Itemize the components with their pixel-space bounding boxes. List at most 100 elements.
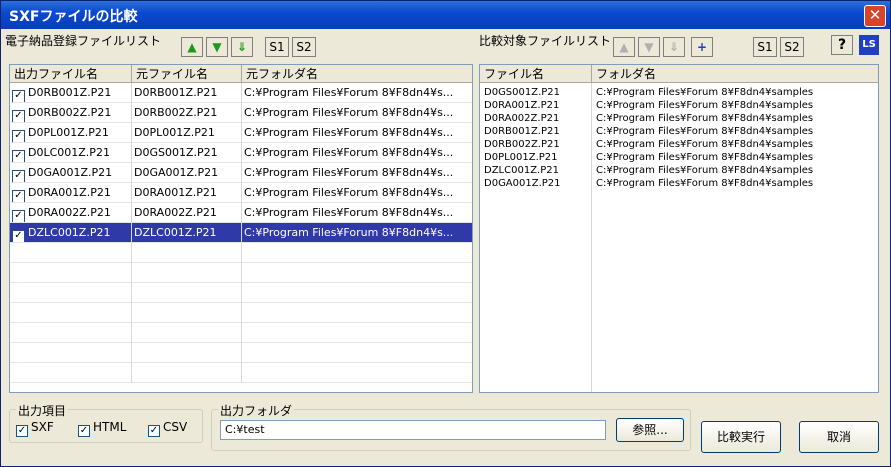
title-bar: SXFファイルの比較 ✕: [1, 1, 890, 29]
browse-button[interactable]: 参照...: [616, 418, 684, 442]
table-row[interactable]: ✓ D0RB001Z.P21 D0RB001Z.P21 C:¥Program File…: [10, 83, 472, 103]
column-header-output-file[interactable]: 出力ファイル名: [10, 65, 132, 83]
empty-row: [10, 263, 472, 283]
row-checkbox[interactable]: ✓: [12, 170, 25, 182]
row-checkbox[interactable]: ✓: [12, 110, 25, 122]
help-icon: ?: [837, 37, 847, 53]
output-items-title: 出力項目: [16, 402, 69, 419]
row-checkbox[interactable]: ✓: [12, 230, 25, 242]
folder-name: C:¥Program Files¥Forum 8¥F8dn4¥samples: [596, 152, 814, 163]
list-item[interactable]: D0GS001Z.P21 C:¥Program Files¥Forum 8¥F8d…: [480, 86, 878, 99]
table-cell: ✓ D0GA001Z.P21: [10, 163, 132, 183]
cancel-button[interactable]: 取消: [799, 421, 879, 453]
folder-name: C:¥Program Files¥Forum 8¥F8dn4¥samples: [596, 113, 814, 124]
table-cell: [10, 323, 132, 343]
right-move-up-button[interactable]: ▲: [613, 37, 635, 57]
table-cell: [10, 303, 132, 323]
folder-name: C:¥Program Files¥Forum 8¥F8dn4¥samples: [596, 87, 814, 98]
table-cell: [132, 323, 242, 343]
cell-text: C:¥Program Files¥Forum 8¥F8dn4¥s...: [244, 166, 454, 179]
empty-row: [10, 283, 472, 303]
table-row[interactable]: ✓ D0GA001Z.P21 D0GA001Z.P21 C:¥Program File…: [10, 163, 472, 183]
cell-text: D0RA001Z.P21: [134, 186, 217, 199]
file-name: DZLC001Z.P21: [484, 165, 559, 176]
table-cell: C:¥Program Files¥Forum 8¥F8dn4¥s...: [242, 163, 472, 183]
column-header-folder[interactable]: フォルダ名: [592, 65, 878, 83]
table-row[interactable]: ✓ D0RA002Z.P21 D0RA002Z.P21 C:¥Program File…: [10, 203, 472, 223]
cell-text: D0GA001Z.P21: [134, 166, 219, 179]
move-up-button[interactable]: ▲: [181, 37, 203, 57]
compare-button[interactable]: 比較実行: [701, 421, 781, 453]
table-cell: ✓ D0PL001Z.P21: [10, 123, 132, 143]
table-cell: ✓ D0RB001Z.P21: [10, 83, 132, 103]
table-cell: D0RB002Z.P21: [132, 103, 242, 123]
table-cell: D0RA002Z.P21: [132, 203, 242, 223]
list-item[interactable]: D0RA001Z.P21 C:¥Program Files¥Forum 8¥F8d…: [480, 99, 878, 112]
html-checkbox[interactable]: ✓ HTML: [78, 420, 126, 437]
row-checkbox[interactable]: ✓: [12, 90, 25, 102]
table-cell: [242, 263, 472, 283]
table-cell: ✓ D0RA001Z.P21: [10, 183, 132, 203]
table-cell: D0PL001Z.P21: [132, 123, 242, 143]
table-row[interactable]: ✓ D0LC001Z.P21 D0GS001Z.P21 C:¥Program File…: [10, 143, 472, 163]
sxf-checkbox[interactable]: ✓ SXF: [16, 420, 54, 437]
table-cell: C:¥Program Files¥Forum 8¥F8dn4¥s...: [242, 183, 472, 203]
table-cell: [10, 263, 132, 283]
table-cell: [10, 363, 132, 383]
column-header-file[interactable]: ファイル名: [480, 65, 592, 83]
cell-text: C:¥Program Files¥Forum 8¥F8dn4¥s...: [244, 86, 454, 99]
list-item[interactable]: D0PL001Z.P21 C:¥Program Files¥Forum 8¥F8d…: [480, 151, 878, 164]
empty-row: [10, 303, 472, 323]
file-name: D0RB002Z.P21: [484, 139, 560, 150]
folder-name: C:¥Program Files¥Forum 8¥F8dn4¥samples: [596, 139, 814, 150]
left-s1-button[interactable]: S1: [265, 37, 289, 57]
list-item[interactable]: D0GA001Z.P21 C:¥Program Files¥Forum 8¥F8d…: [480, 177, 878, 190]
table-row[interactable]: ✓ D0PL001Z.P21 D0PL001Z.P21 C:¥Program File…: [10, 123, 472, 143]
sxf-compare-window: SXFファイルの比較 ✕ 電子納品登録ファイルリスト ▲ ▼ ⇓ S1 S2 比…: [0, 0, 891, 467]
list-item[interactable]: D0RB001Z.P21 C:¥Program Files¥Forum 8¥F8d…: [480, 125, 878, 138]
row-checkbox[interactable]: ✓: [12, 210, 25, 222]
add-file-button[interactable]: +: [691, 37, 713, 57]
table-row[interactable]: ✓ D0RB002Z.P21 D0RB002Z.P21 C:¥Program File…: [10, 103, 472, 123]
folder-name: C:¥Program Files¥Forum 8¥F8dn4¥samples: [596, 178, 814, 189]
right-s1-button[interactable]: S1: [753, 37, 777, 57]
list-item[interactable]: DZLC001Z.P21 C:¥Program Files¥Forum 8¥F8d…: [480, 164, 878, 177]
table-row[interactable]: ✓ D0RA001Z.P21 D0RA001Z.P21 C:¥Program File…: [10, 183, 472, 203]
table-cell: D0RB001Z.P21: [132, 83, 242, 103]
column-divider: [591, 83, 592, 392]
move-bottom-button[interactable]: ⇓: [231, 37, 253, 57]
list-item[interactable]: D0RA002Z.P21 C:¥Program Files¥Forum 8¥F8d…: [480, 112, 878, 125]
table-row[interactable]: ✓ DZLC001Z.P21 DZLC001Z.P21 C:¥Program File…: [10, 223, 472, 243]
row-checkbox[interactable]: ✓: [12, 150, 25, 162]
move-down-button[interactable]: ▼: [206, 37, 228, 57]
output-folder-input[interactable]: C:¥test: [220, 420, 606, 440]
folder-name: C:¥Program Files¥Forum 8¥F8dn4¥samples: [596, 126, 814, 137]
help-button[interactable]: ?: [831, 35, 853, 55]
empty-row: [10, 343, 472, 363]
table-cell: [132, 343, 242, 363]
cell-text: C:¥Program Files¥Forum 8¥F8dn4¥s...: [244, 186, 454, 199]
table-cell: C:¥Program Files¥Forum 8¥F8dn4¥s...: [242, 203, 472, 223]
table-cell: [242, 243, 472, 263]
ls-logo-button[interactable]: LS: [859, 35, 879, 55]
cell-text: D0GA001Z.P21: [28, 166, 113, 179]
close-button[interactable]: ✕: [864, 5, 886, 27]
file-name: D0RA002Z.P21: [484, 113, 560, 124]
left-file-list[interactable]: 出力ファイル名 元ファイル名 元フォルダ名 ✓ D0RB001Z.P21 D0RB0…: [9, 64, 473, 393]
right-move-down-button[interactable]: ▼: [638, 37, 660, 57]
cell-text: C:¥Program Files¥Forum 8¥F8dn4¥s...: [244, 126, 454, 139]
column-header-source-folder[interactable]: 元フォルダ名: [242, 65, 472, 83]
row-checkbox[interactable]: ✓: [12, 130, 25, 142]
table-cell: C:¥Program Files¥Forum 8¥F8dn4¥s...: [242, 123, 472, 143]
left-s2-button[interactable]: S2: [292, 37, 316, 57]
list-item[interactable]: D0RB002Z.P21 C:¥Program Files¥Forum 8¥F8d…: [480, 138, 878, 151]
arrow-up-icon: ▲: [187, 40, 197, 54]
table-cell: [132, 243, 242, 263]
cell-text: D0RB001Z.P21: [134, 86, 218, 99]
right-file-list[interactable]: ファイル名 フォルダ名 D0GS001Z.P21 C:¥Program Files…: [479, 64, 879, 393]
right-s2-button[interactable]: S2: [780, 37, 804, 57]
csv-checkbox[interactable]: ✓ CSV: [148, 420, 187, 437]
row-checkbox[interactable]: ✓: [12, 190, 25, 202]
right-move-bottom-button[interactable]: ⇓: [663, 37, 685, 57]
column-header-source-file[interactable]: 元ファイル名: [132, 65, 242, 83]
